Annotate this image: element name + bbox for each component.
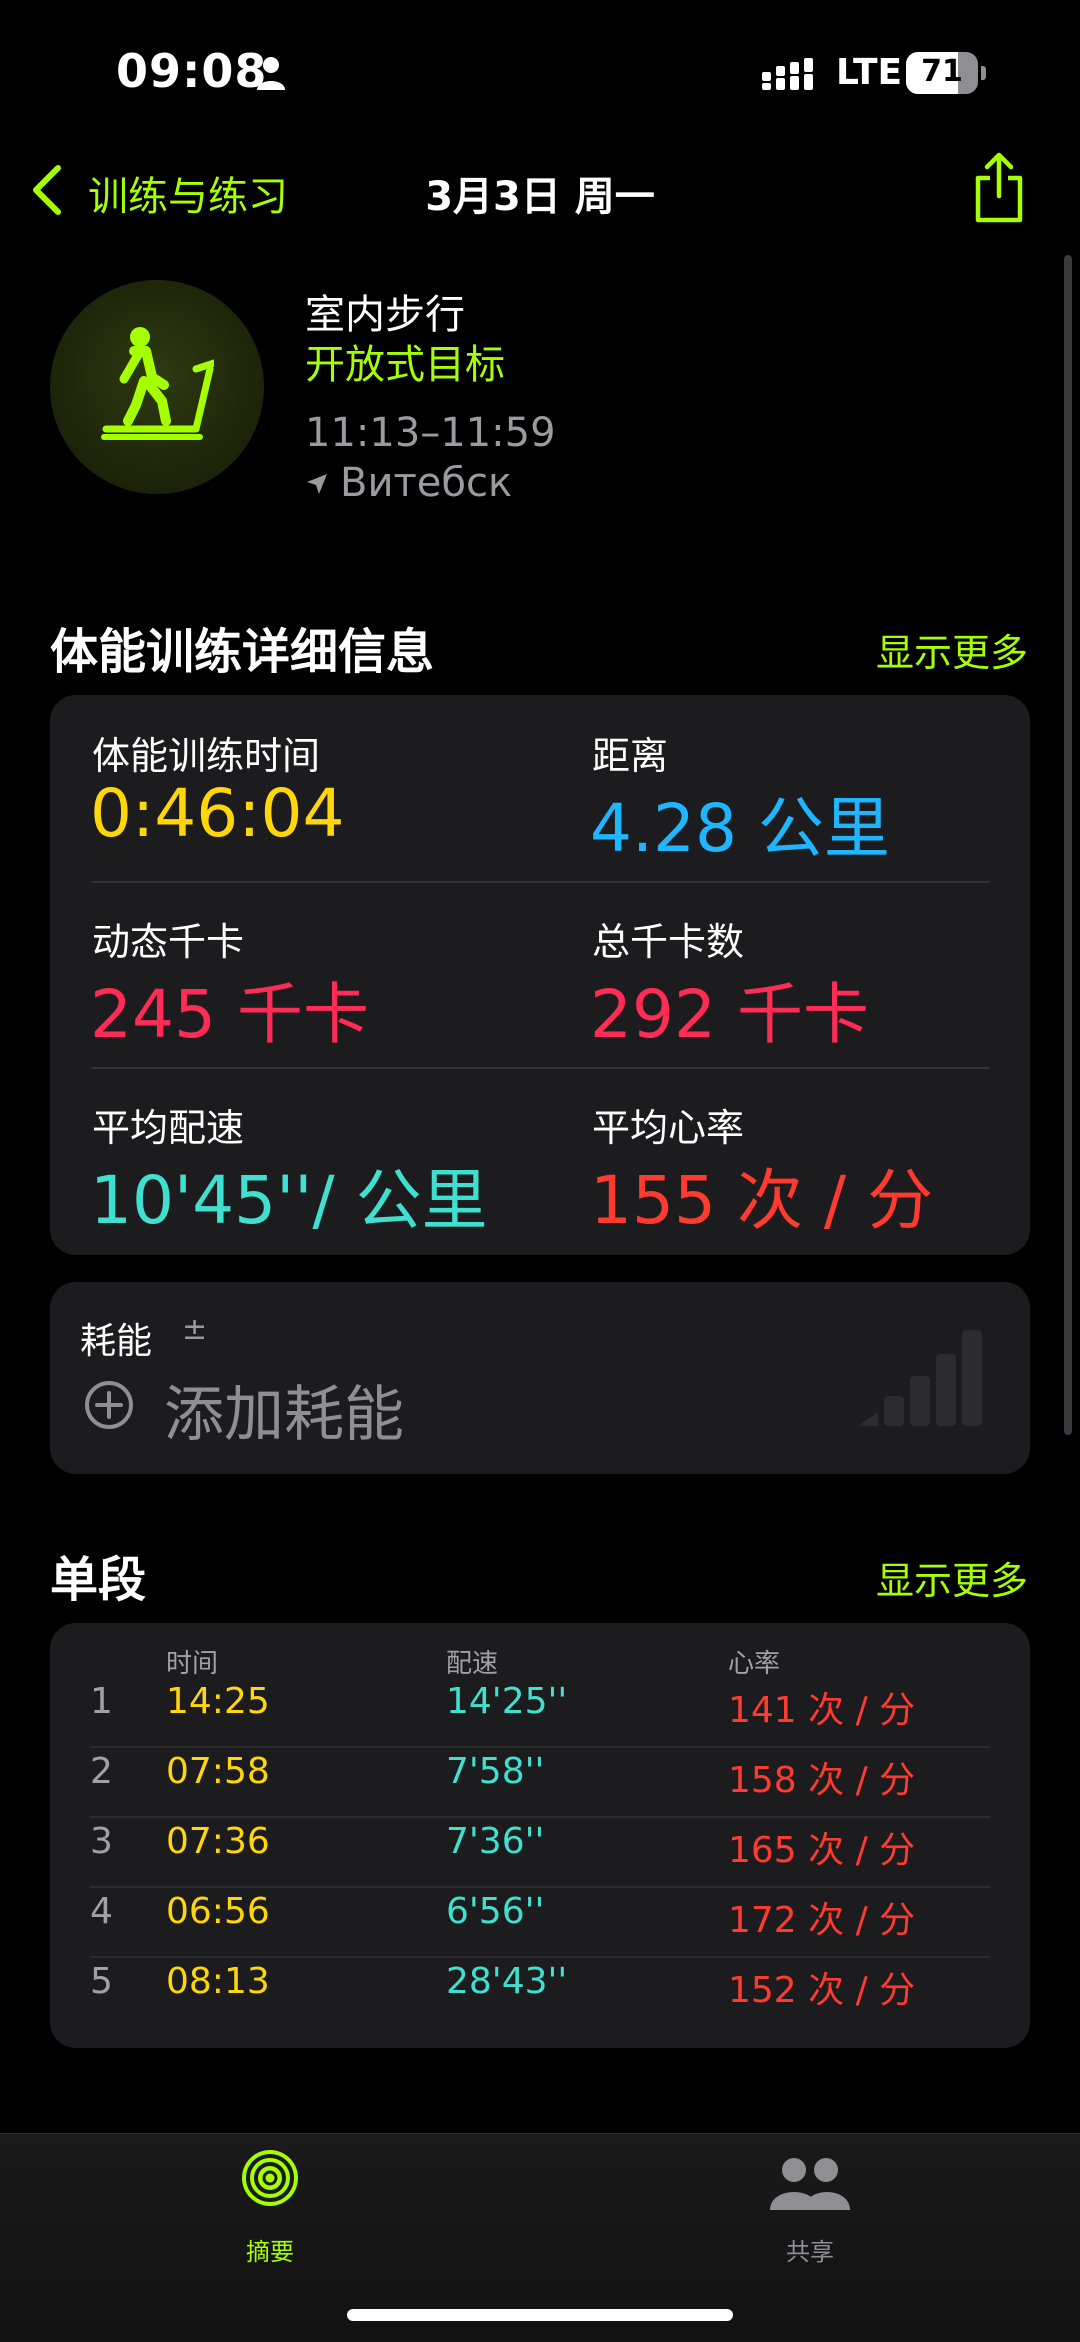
workout-location: Витебск bbox=[340, 460, 513, 506]
signal-icon bbox=[762, 58, 813, 90]
split-time: 14:25 bbox=[166, 1681, 270, 1722]
workout-type-badge bbox=[50, 280, 264, 494]
split-hr: 141 次 / 分 bbox=[728, 1690, 916, 1731]
add-circle-icon[interactable] bbox=[84, 1380, 134, 1430]
scrollbar[interactable] bbox=[1064, 255, 1072, 1435]
page-title: 3月3日 周一 bbox=[425, 174, 655, 220]
divider bbox=[90, 1746, 990, 1748]
split-pace: 7'36'' bbox=[446, 1821, 545, 1862]
split-pace: 14'25'' bbox=[446, 1681, 568, 1722]
people-icon bbox=[770, 2158, 850, 2210]
tab-sharing-label: 共享 bbox=[786, 2238, 834, 2266]
details-section-title: 体能训练详细信息 bbox=[50, 624, 435, 680]
divider bbox=[90, 1816, 990, 1818]
workout-goal: 开放式目标 bbox=[305, 342, 505, 388]
metric-value-avg-hr: 155 次 / 分 bbox=[590, 1162, 934, 1239]
metric-value-total-kcal: 292 千卡 bbox=[590, 976, 869, 1053]
status-time: 09:08 bbox=[116, 44, 268, 98]
metric-value-distance: 4.28 公里 bbox=[590, 790, 890, 867]
splits-header-time: 时间 bbox=[166, 1649, 219, 1679]
metric-label-total-kcal: 总千卡数 bbox=[592, 920, 745, 964]
metric-label-active-kcal: 动态千卡 bbox=[92, 920, 245, 964]
energy-card[interactable]: 耗能 ± 添加耗能 bbox=[50, 1282, 1030, 1474]
split-index: 4 bbox=[90, 1891, 113, 1932]
metric-label-avg-pace: 平均配速 bbox=[92, 1106, 245, 1150]
metric-label-distance: 距离 bbox=[592, 734, 669, 778]
energy-modifier: ± bbox=[182, 1312, 208, 1347]
split-pace: 28'43'' bbox=[446, 1961, 568, 2002]
effort-bars-icon bbox=[858, 1330, 982, 1426]
home-indicator[interactable] bbox=[347, 2309, 733, 2321]
divider bbox=[92, 1067, 990, 1069]
location-arrow-icon bbox=[307, 474, 327, 494]
metric-value-avg-pace: 10'45''/ 公里 bbox=[90, 1162, 488, 1239]
splits-header-pace: 配速 bbox=[446, 1649, 499, 1679]
treadmill-walker-icon bbox=[101, 327, 214, 440]
split-hr: 172 次 / 分 bbox=[728, 1900, 916, 1941]
split-index: 1 bbox=[90, 1681, 113, 1722]
battery-icon: 71 bbox=[906, 52, 986, 94]
tab-summary-label: 摘要 bbox=[246, 2238, 294, 2266]
split-hr: 165 次 / 分 bbox=[728, 1830, 916, 1871]
person-icon bbox=[257, 57, 285, 90]
network-type: LTE bbox=[836, 52, 903, 93]
split-time: 08:13 bbox=[166, 1961, 270, 2002]
divider bbox=[92, 881, 990, 883]
divider bbox=[90, 1956, 990, 1958]
metric-value-active-kcal: 245 千卡 bbox=[90, 976, 369, 1053]
metric-value-duration: 0:46:04 bbox=[90, 775, 345, 852]
split-pace: 6'56'' bbox=[446, 1891, 545, 1932]
split-pace: 7'58'' bbox=[446, 1751, 545, 1792]
splits-show-more-button[interactable]: 显示更多 bbox=[876, 1550, 1028, 1605]
splits-header-hr: 心率 bbox=[728, 1649, 781, 1679]
share-icon[interactable] bbox=[970, 152, 1028, 224]
workout-time-range: 11:13–11:59 bbox=[305, 410, 556, 456]
add-energy-button[interactable]: 添加耗能 bbox=[164, 1366, 404, 1453]
split-index: 2 bbox=[90, 1751, 113, 1792]
activity-rings-icon bbox=[242, 2150, 298, 2206]
divider bbox=[90, 1886, 990, 1888]
split-hr: 152 次 / 分 bbox=[728, 1970, 916, 2011]
split-index: 3 bbox=[90, 1821, 113, 1862]
splits-section-title: 单段 bbox=[50, 1552, 147, 1608]
split-time: 06:56 bbox=[166, 1891, 270, 1932]
energy-label: 耗能 bbox=[80, 1321, 153, 1362]
metric-label-avg-hr: 平均心率 bbox=[592, 1106, 745, 1150]
splits-card[interactable]: 时间 配速 心率 1 14:25 14'25'' 141 次 / 分 2 07:… bbox=[50, 1623, 1030, 2048]
split-time: 07:58 bbox=[166, 1751, 270, 1792]
battery-level: 71 bbox=[921, 54, 963, 89]
details-show-more-button[interactable]: 显示更多 bbox=[876, 622, 1028, 677]
metric-label-duration: 体能训练时间 bbox=[92, 734, 321, 778]
split-index: 5 bbox=[90, 1961, 113, 2002]
split-time: 07:36 bbox=[166, 1821, 270, 1862]
details-card[interactable]: 体能训练时间 0:46:04 距离 4.28 公里 动态千卡 245 千卡 总千… bbox=[50, 695, 1030, 1255]
split-hr: 158 次 / 分 bbox=[728, 1760, 916, 1801]
